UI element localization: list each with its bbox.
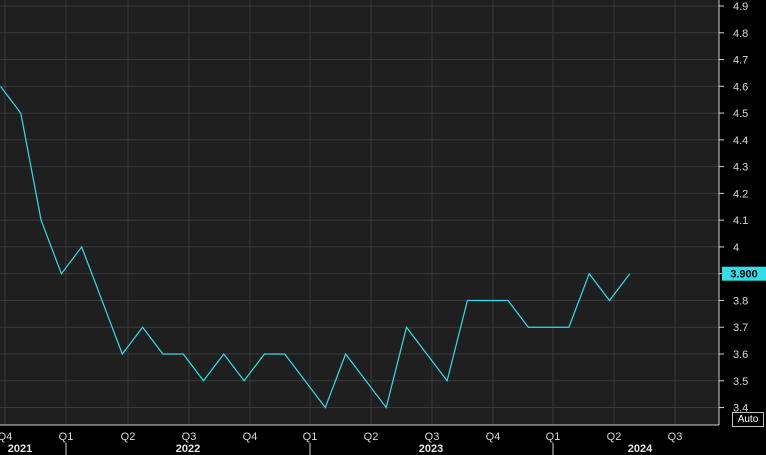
x-tick-label: Q1	[59, 431, 74, 443]
y-axis: 4.94.84.74.64.54.44.34.24.143.93.83.73.6…	[718, 0, 748, 425]
y-tick-label: 4.1	[733, 215, 748, 227]
x-tick-label: Q1	[303, 431, 318, 443]
x-tick-label: Q2	[121, 431, 136, 443]
x-tick-label: Q2	[364, 431, 379, 443]
y-tick-label: 4.8	[733, 28, 748, 40]
y-tick-label: 4.5	[733, 108, 748, 120]
x-tick-label: Q1	[546, 431, 561, 443]
last-value-marker: 3.900	[722, 266, 766, 281]
auto-scale-button[interactable]: Auto	[732, 412, 764, 427]
x-tick-label: Q3	[668, 431, 683, 443]
y-tick-label: 4.6	[733, 81, 748, 93]
y-tick-label: 4.4	[733, 135, 748, 147]
y-tick-label: 3.6	[733, 349, 748, 361]
y-tick-label: 3.7	[733, 322, 748, 334]
plot-area	[0, 0, 719, 425]
x-tick-label: Q3	[182, 431, 197, 443]
y-tick-label: 4.9	[733, 1, 748, 13]
last-value-label: 3.900	[730, 269, 758, 281]
y-tick-label: 4	[733, 242, 739, 254]
gridlines	[0, 0, 719, 425]
y-tick-label: 4.3	[733, 162, 748, 174]
x-axis: Q4 Q1 Q2 Q3 Q4 Q1 Q2 Q3 Q4 Q1 Q2 Q3 2021 2022 2023 2024	[0, 424, 719, 455]
year-label: 2023	[419, 443, 443, 455]
year-label: 2022	[176, 443, 200, 455]
year-label: 2024	[628, 443, 653, 455]
x-tick-label: Q2	[607, 431, 622, 443]
x-tick-label: Q4	[486, 431, 501, 443]
y-tick-label: 3.5	[733, 376, 748, 388]
y-tick-label: 3.8	[733, 295, 748, 307]
y-tick-label: 4.2	[733, 188, 748, 200]
y-tick-label: 4.7	[733, 55, 748, 67]
x-tick-label: Q4	[0, 431, 12, 443]
x-tick-label: Q4	[243, 431, 258, 443]
x-tick-label: Q3	[425, 431, 440, 443]
line-chart: Q4 Q1 Q2 Q3 Q4 Q1 Q2 Q3 Q4 Q1 Q2 Q3 2021 2022 2023 2024…	[0, 0, 766, 455]
year-label: 2021	[8, 443, 32, 455]
